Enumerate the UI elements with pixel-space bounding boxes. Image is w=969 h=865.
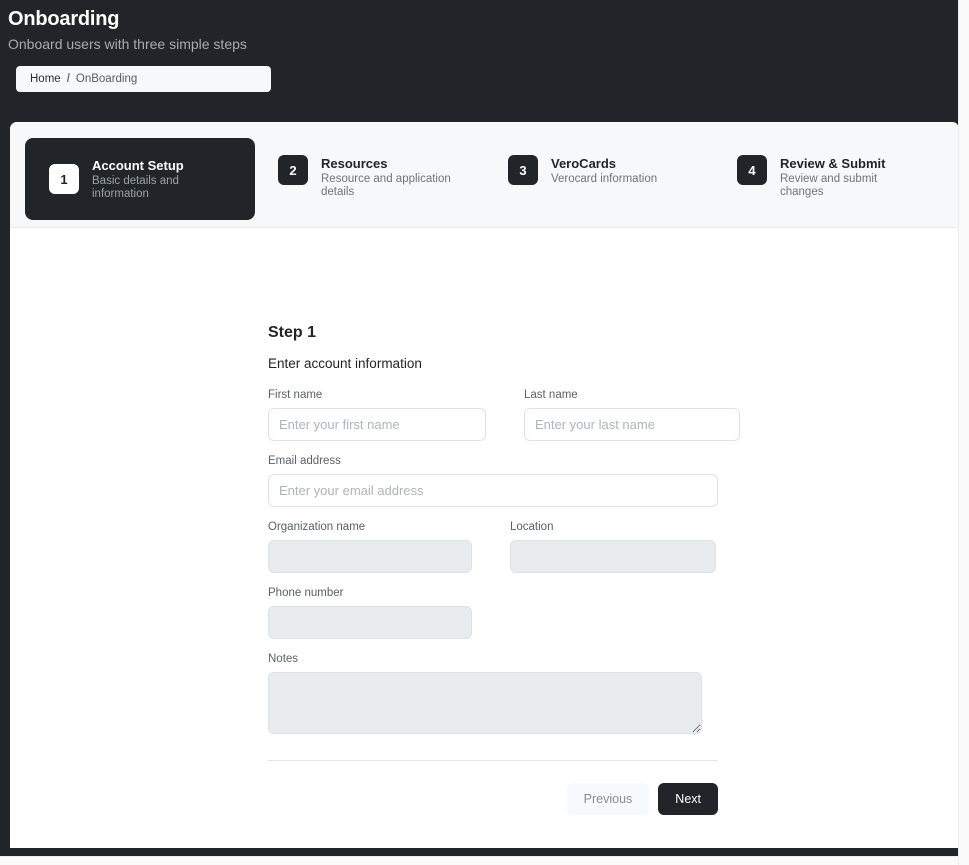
step-description-3: Verocard information [551,173,657,186]
step-label-3: VeroCards [551,156,657,172]
step-number-badge-2: 2 [278,155,308,185]
breadcrumb: Home / OnBoarding [16,66,271,92]
stepper-step-resources[interactable]: 2 Resources Resource and application det… [278,155,508,199]
stepper: 1 Account Setup Basic details and inform… [10,122,959,228]
step-description-1: Basic details and information [92,175,227,201]
stepper-step-account-setup[interactable]: 1 Account Setup Basic details and inform… [25,138,255,220]
form-row-notes: Notes [258,651,728,734]
stepper-step-verocards[interactable]: 3 VeroCards Verocard information [508,155,738,186]
field-phone-number: Phone number [258,585,482,639]
step-number-badge-4: 4 [737,155,767,185]
form-row-email: Email address [258,453,728,507]
step-label-4: Review & Submit [780,156,915,172]
location-label: Location [510,519,716,535]
step-label-1: Account Setup [92,158,227,174]
field-organization-name: Organization name [258,519,482,573]
notes-textarea[interactable] [268,672,702,734]
form-row-phone: Phone number [258,585,728,639]
organization-name-input[interactable] [268,540,472,573]
step-text-2: Resources Resource and application detai… [321,155,456,199]
stepper-step-review-submit[interactable]: 4 Review & Submit Review and submit chan… [737,155,959,199]
breadcrumb-separator: / [67,73,70,85]
form-row-org-location: Organization name Location [258,519,728,573]
first-name-label: First name [268,387,486,403]
form-body: Step 1 Enter account information First n… [10,228,959,847]
vertical-scrollbar[interactable] [958,0,969,865]
page-header: Onboarding Onboard users with three simp… [0,0,969,92]
previous-button[interactable]: Previous [567,783,650,815]
notes-label: Notes [268,651,702,667]
step-text-1: Account Setup Basic details and informat… [92,157,227,201]
form-subheading: Enter account information [268,355,728,373]
field-last-name: Last name [514,387,750,441]
form-divider [268,760,718,761]
location-input[interactable] [510,540,716,573]
last-name-label: Last name [524,387,740,403]
form-row-name: First name Last name [258,387,728,441]
page-subtitle: Onboard users with three simple steps [8,34,969,54]
step-number-badge-1: 1 [49,164,79,194]
first-name-input[interactable] [268,408,486,441]
last-name-input[interactable] [524,408,740,441]
step-description-4: Review and submit changes [780,173,915,199]
page-title: Onboarding [8,6,969,32]
organization-name-label: Organization name [268,519,472,535]
email-address-input[interactable] [268,474,718,507]
next-button[interactable]: Next [658,783,718,815]
form-actions: Previous Next [268,783,718,815]
phone-number-input[interactable] [268,606,472,639]
account-setup-form: Step 1 Enter account information First n… [258,323,728,815]
step-text-3: VeroCards Verocard information [551,155,657,186]
field-location: Location [500,519,726,573]
phone-number-label: Phone number [268,585,472,601]
horizontal-scrollbar[interactable] [0,856,958,865]
email-address-label: Email address [268,453,718,469]
field-notes: Notes [258,651,712,734]
step-number-badge-3: 3 [508,155,538,185]
field-email-address: Email address [258,453,728,507]
breadcrumb-item-home[interactable]: Home [30,72,61,86]
step-label-2: Resources [321,156,456,172]
field-first-name: First name [258,387,496,441]
breadcrumb-item-current: OnBoarding [76,72,137,86]
step-text-4: Review & Submit Review and submit change… [780,155,915,199]
onboarding-card: 1 Account Setup Basic details and inform… [10,122,959,848]
step-description-2: Resource and application details [321,173,456,199]
form-heading: Step 1 [268,323,728,343]
